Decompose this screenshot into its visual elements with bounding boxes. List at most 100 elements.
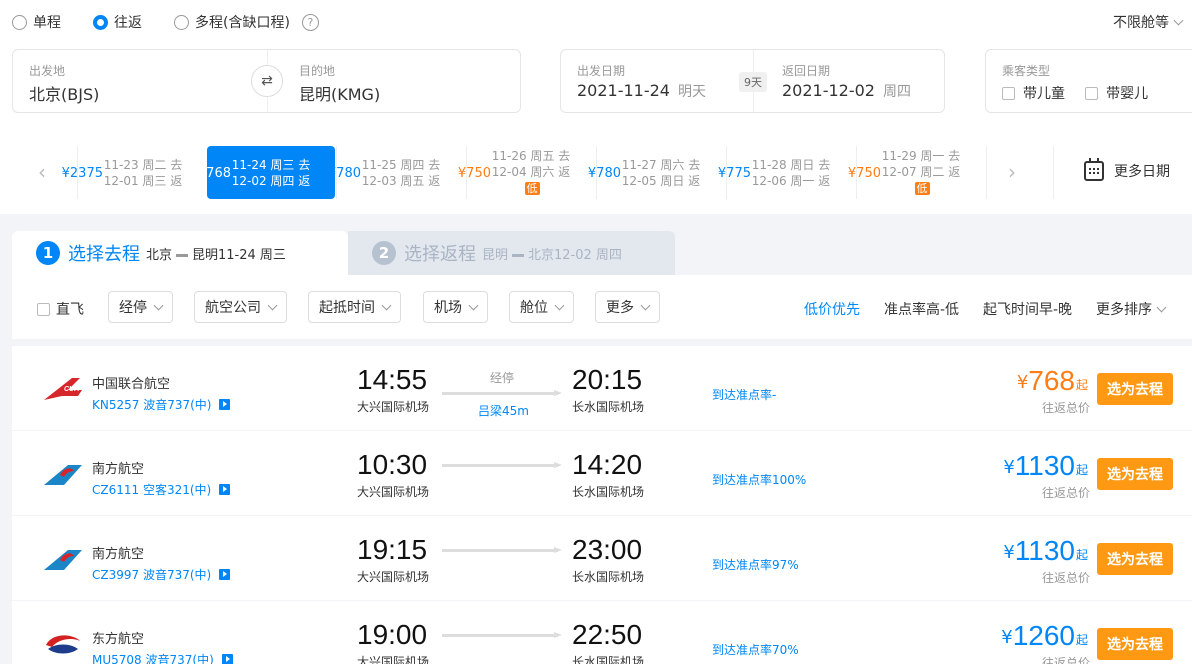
filter-stops-dropdown[interactable]: 经停 [108, 291, 173, 323]
chevron-right-icon[interactable]: › [1008, 160, 1016, 184]
departure-time: 14:55 [357, 364, 428, 395]
calendar-icon [1084, 158, 1104, 181]
cabin-label: 不限舱等 [1113, 15, 1169, 31]
price-note: 往返总价 [1041, 401, 1090, 415]
radio-label: 往返 [114, 15, 142, 31]
dropdown-label: 航空公司 [205, 300, 261, 316]
chevron-left-icon[interactable]: ‹ [38, 160, 46, 184]
help-icon[interactable]: ? [301, 13, 319, 31]
city-search-box: 出发地 北京(BJS) ⇄ 目的地 昆明(KMG) [12, 49, 521, 113]
child-checkbox[interactable]: 带儿童 [1002, 83, 1065, 103]
depart-date-input[interactable]: 2021-11-24 明天 [577, 81, 706, 101]
date-cell-price: ¥750 [847, 166, 881, 181]
plane-icon [176, 253, 189, 257]
date-cell[interactable]: 11-27 周六 去 12-05 周日 返 ¥780 [588, 146, 725, 199]
flight-price: ¥1260 起 [1001, 621, 1088, 651]
ontime-rate[interactable]: 到达准点率- [712, 386, 776, 403]
ontime-rate[interactable]: 到达准点率70% [712, 641, 799, 658]
flight-row: 南方航空 CZ3997 波音737(中) 19:15 大兴国际机场 23:00 … [12, 516, 1192, 600]
flight-path-arrow-icon [442, 632, 562, 638]
sort-more[interactable]: 更多排序 [1096, 299, 1167, 319]
arrival-time: 22:50 [572, 619, 643, 650]
price-amount: 1130 [1014, 450, 1075, 481]
select-outbound-button[interactable]: 选为去程 [1097, 458, 1173, 490]
flight-path-arrow-icon [442, 390, 562, 396]
price-note: 往返总价 [1041, 656, 1090, 664]
select-outbound-button[interactable]: 选为去程 [1097, 373, 1173, 405]
departure-airport: 大兴国际机场 [357, 400, 430, 414]
sort-ontime[interactable]: 准点率高-低 [884, 299, 959, 319]
flight-number-link[interactable]: CZ3997 波音737(中) [92, 566, 231, 583]
price-note: 往返总价 [1041, 571, 1090, 585]
date-cell[interactable]: 11-23 周二 去 12-01 周三 返 ¥2375 [62, 146, 207, 199]
play-icon [221, 654, 233, 664]
sort-more-label: 更多排序 [1096, 302, 1152, 318]
filter-cabin-dropdown[interactable]: 舱位 [509, 291, 574, 323]
price-from-label: 起 [1075, 548, 1088, 562]
sort-departure[interactable]: 起飞时间早-晚 [983, 299, 1072, 319]
date-search-box: 出发日期 2021-11-24 明天 9天 返回日期 2021-12-02 周四 [560, 49, 945, 113]
arrival-airport: 长水国际机场 [572, 400, 645, 414]
radio-label: 多程(含缺口程) [195, 15, 290, 31]
filter-airport-dropdown[interactable]: 机场 [423, 291, 488, 323]
departure-airport: 大兴国际机场 [357, 485, 430, 499]
cabin-dropdown[interactable]: 不限舱等 [1113, 12, 1184, 32]
chevron-down-icon [640, 300, 651, 310]
radio-roundtrip[interactable]: 往返 [93, 12, 142, 32]
airline-name: 南方航空 [92, 462, 145, 477]
checkbox-icon [1085, 86, 1099, 100]
swap-cities-icon[interactable]: ⇄ [251, 65, 283, 97]
radio-multicity[interactable]: 多程(含缺口程) [174, 12, 290, 32]
date-cell-return: 12-03 周五 返 [361, 173, 441, 188]
arrival-time: 23:00 [572, 534, 643, 565]
flight-number-link[interactable]: MU5708 波音737(中) [92, 651, 233, 664]
date-cell-return: 12-07 周二 返 [881, 165, 961, 179]
tab-select-return[interactable]: 2 选择返程 昆明 北京12-02 周四 [348, 231, 675, 275]
return-date-label: 返回日期 [782, 64, 831, 78]
date-cell-return: 12-05 周日 返 [621, 173, 701, 188]
flight-number: MU5708 波音737(中) [92, 653, 214, 664]
filter-airline-dropdown[interactable]: 航空公司 [194, 291, 287, 323]
filter-time-dropdown[interactable]: 起抵时间 [308, 291, 401, 323]
tab-select-outbound[interactable]: 1 选择去程 北京 昆明11-24 周三 [12, 231, 348, 275]
date-cell-return: 12-02 周四 返 [231, 173, 311, 188]
ontime-rate[interactable]: 到达准点率100% [712, 471, 806, 488]
date-cell-price: ¥775 [717, 166, 751, 181]
from-input[interactable]: 北京(BJS) [29, 81, 99, 105]
to-input[interactable]: 昆明(KMG) [299, 81, 380, 105]
date-cell[interactable]: 11-26 周五 去 12-04 周六 返 ¥750 低 [458, 146, 595, 199]
date-cell-selected[interactable]: 11-24 周三 去 12-02 周四 返 ¥768 [198, 146, 335, 199]
low-price-badge: 低 [914, 182, 930, 195]
trip-type-row: 单程 往返 多程(含缺口程) ? 不限舱等 [12, 10, 1184, 34]
more-dates-button[interactable]: 更多日期 [1084, 158, 1170, 181]
select-outbound-button[interactable]: 选为去程 [1097, 543, 1173, 575]
price-from-label: 起 [1075, 378, 1088, 392]
stopover-city[interactable]: 吕梁45m [478, 402, 529, 419]
currency-symbol: ¥ [1001, 627, 1013, 648]
flight-number-link[interactable]: KN5257 波音737(中) [92, 396, 231, 413]
radio-oneway[interactable]: 单程 [12, 12, 61, 32]
flight-number-link[interactable]: CZ6111 空客321(中) [92, 481, 231, 498]
radio-circle-icon [12, 14, 27, 30]
ontime-rate[interactable]: 到达准点率97% [712, 556, 799, 573]
date-cell-return: 12-06 周一 返 [751, 173, 831, 188]
filter-more-dropdown[interactable]: 更多 [595, 291, 660, 323]
date-cell-price: ¥750 [457, 166, 491, 181]
radio-circle-icon [174, 14, 189, 30]
date-cell[interactable]: 11-29 周一 去 12-07 周二 返 ¥750 低 [848, 146, 985, 199]
date-cell[interactable]: 11-25 周四 去 12-03 周五 返 ¥780 [328, 146, 465, 199]
date-cell-price: ¥780 [327, 166, 361, 181]
direct-label: 直飞 [56, 302, 84, 318]
infant-checkbox[interactable]: 带婴儿 [1085, 83, 1148, 103]
price-note: 往返总价 [1041, 486, 1090, 500]
return-date-input[interactable]: 2021-12-02 周四 [782, 81, 911, 101]
date-cell[interactable]: 11-28 周日 去 12-06 周一 返 ¥775 [718, 146, 855, 199]
direct-flight-checkbox[interactable]: 直飞 [37, 299, 84, 319]
date-cell-price: ¥2375 [61, 166, 103, 181]
date-cell-return: 12-04 周六 返 [491, 165, 571, 179]
flight-price: ¥1130 起 [1003, 536, 1088, 566]
tab-title: 选择去程 [68, 244, 140, 265]
select-outbound-button[interactable]: 选为去程 [1097, 628, 1173, 660]
chevron-down-icon [468, 300, 479, 310]
sort-lowest-price[interactable]: 低价优先 [804, 299, 860, 319]
